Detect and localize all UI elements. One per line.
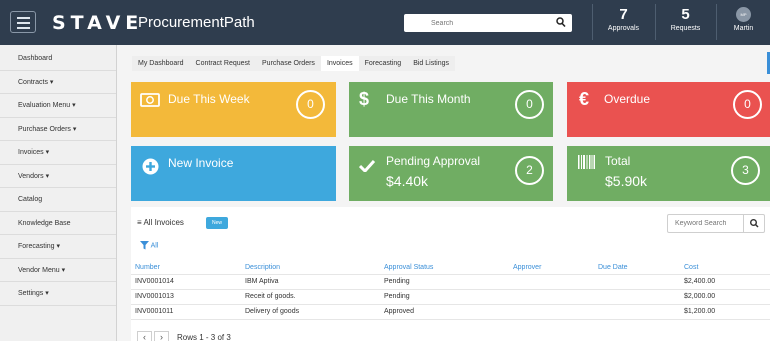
tile-count: 0 xyxy=(733,90,762,119)
cell-number: INV0001011 xyxy=(135,308,174,315)
sidebar-item-evaluation-menu[interactable]: Evaluation Menu ▾ xyxy=(0,94,116,118)
hamburger-menu-button[interactable] xyxy=(10,11,36,33)
tile-due-this-month[interactable]: $ Due This Month 0 xyxy=(349,82,553,137)
app-title: ProcurementPath xyxy=(138,14,255,31)
filter-icon xyxy=(140,241,151,250)
approvals-label: Approvals xyxy=(607,25,640,32)
tile-count: 2 xyxy=(515,156,544,185)
list-icon: ≡ xyxy=(137,218,142,227)
app-logo[interactable]: STAVE xyxy=(52,12,143,34)
global-search xyxy=(404,14,572,32)
cell-cost: $2,400.00 xyxy=(684,278,716,285)
sidebar-item-invoices[interactable]: Invoices ▾ xyxy=(0,141,116,165)
tab-forecasting[interactable]: Forecasting xyxy=(359,56,408,71)
sidebar-item-vendor-menu[interactable]: Vendor Menu ▾ xyxy=(0,259,116,282)
tile-label: Due This Week xyxy=(168,92,250,106)
sidebar-item-settings[interactable]: Settings ▾ xyxy=(0,282,116,306)
cell-approval-status: Pending xyxy=(384,278,410,285)
table-row[interactable]: INV0001014 IBM Aptiva Pending $2,400.00 xyxy=(131,275,770,290)
tab-bar: My Dashboard Contract Request Purchase O… xyxy=(132,56,455,71)
sidebar-item-knowledge-base[interactable]: Knowledge Base xyxy=(0,212,116,235)
search-input[interactable] xyxy=(404,14,544,32)
sidebar-item-dashboard[interactable]: Dashboard xyxy=(0,47,116,71)
sidebar-item-forecasting[interactable]: Forecasting ▾ xyxy=(0,235,116,259)
new-invoice-button[interactable]: New xyxy=(206,217,228,229)
approvals-count: 7 xyxy=(619,6,628,23)
sidebar-item-catalog[interactable]: Catalog xyxy=(0,188,116,212)
tab-my-dashboard[interactable]: My Dashboard xyxy=(132,56,190,71)
top-bar: STAVE ProcurementPath 7 Approvals 5 Requ… xyxy=(0,0,770,45)
tile-label: Due This Month xyxy=(386,92,471,106)
tile-label: Total xyxy=(605,154,631,168)
invoices-table: Number Description Approval Status Appro… xyxy=(131,261,770,320)
keyword-search xyxy=(667,214,765,233)
tile-label: Pending Approval xyxy=(386,154,481,168)
sidebar-item-purchase-orders[interactable]: Purchase Orders ▾ xyxy=(0,118,116,141)
tile-label: Overdue xyxy=(604,92,651,106)
invoices-panel: ≡ All Invoices New All Number Descriptio… xyxy=(131,207,770,341)
invoices-title-text: All Invoices xyxy=(143,218,184,227)
cell-cost: $1,200.00 xyxy=(684,308,716,315)
cell-cost: $2,000.00 xyxy=(684,293,716,300)
tab-invoices[interactable]: Invoices xyxy=(320,56,359,71)
tile-count: 0 xyxy=(515,90,544,119)
tile-count: 3 xyxy=(731,156,760,185)
approvals-counter[interactable]: 7 Approvals xyxy=(592,4,654,40)
tile-pending-approval[interactable]: Pending Approval $4.40k 2 xyxy=(349,146,553,201)
requests-label: Requests xyxy=(670,25,701,32)
column-header-due-date[interactable]: Due Date xyxy=(598,261,628,275)
table-row[interactable]: INV0001013 Receit of goods. Pending $2,0… xyxy=(131,290,770,305)
tile-value: $5.90k xyxy=(605,173,648,189)
cell-number: INV0001014 xyxy=(135,278,174,285)
user-menu[interactable]: MP Martin xyxy=(716,4,770,40)
tile-total[interactable]: Total $5.90k 3 xyxy=(567,146,770,201)
requests-count: 5 xyxy=(681,6,690,23)
column-header-description[interactable]: Description xyxy=(245,261,280,275)
rows-info: Rows 1 - 3 of 3 xyxy=(177,333,231,341)
sidebar: Dashboard Contracts ▾ Evaluation Menu ▾ … xyxy=(0,45,117,341)
tile-overdue[interactable]: € Overdue 0 xyxy=(567,82,770,137)
tile-value: $4.40k xyxy=(386,173,429,189)
tab-purchase-orders[interactable]: Purchase Orders xyxy=(256,56,321,71)
avatar: MP xyxy=(736,7,751,22)
cell-number: INV0001013 xyxy=(135,293,174,300)
column-header-cost[interactable]: Cost xyxy=(684,261,698,275)
cell-description: Receit of goods. xyxy=(245,293,296,300)
table-row[interactable]: INV0001011 Delivery of goods Approved $1… xyxy=(131,305,770,320)
euro-icon: € xyxy=(579,89,590,109)
next-page-button[interactable]: › xyxy=(154,331,169,341)
sidebar-item-contracts[interactable]: Contracts ▾ xyxy=(0,71,116,94)
barcode-icon xyxy=(578,155,595,171)
filter-label: All xyxy=(150,242,159,250)
search-icon[interactable] xyxy=(556,17,566,30)
dollar-icon: $ xyxy=(359,89,370,109)
column-header-approval-status[interactable]: Approval Status xyxy=(384,261,433,275)
money-icon xyxy=(140,93,160,109)
prev-page-button[interactable]: ‹ xyxy=(137,331,152,341)
keyword-search-input[interactable] xyxy=(668,215,740,232)
tile-new-invoice[interactable]: New Invoice xyxy=(131,146,336,201)
tile-due-this-week[interactable]: Due This Week 0 xyxy=(131,82,336,137)
cell-approval-status: Approved xyxy=(384,308,414,315)
invoices-title: ≡ All Invoices xyxy=(137,218,184,227)
filter-control[interactable]: All xyxy=(140,241,158,250)
tab-contract-request[interactable]: Contract Request xyxy=(190,56,256,71)
tile-count: 0 xyxy=(296,90,325,119)
table-header: Number Description Approval Status Appro… xyxy=(131,261,770,275)
cell-description: Delivery of goods xyxy=(245,308,300,315)
checkmark-icon xyxy=(358,159,376,174)
tile-label: New Invoice xyxy=(168,156,234,170)
user-name: Martin xyxy=(733,25,754,32)
sidebar-item-vendors[interactable]: Vendors ▾ xyxy=(0,165,116,188)
pagination: ‹ › Rows 1 - 3 of 3 xyxy=(137,331,231,341)
tab-bid-listings[interactable]: Bid Listings xyxy=(407,56,455,71)
search-icon[interactable] xyxy=(743,215,764,232)
column-header-approver[interactable]: Approver xyxy=(513,261,541,275)
cell-description: IBM Aptiva xyxy=(245,278,279,285)
column-header-number[interactable]: Number xyxy=(135,261,160,275)
cell-approval-status: Pending xyxy=(384,293,410,300)
requests-counter[interactable]: 5 Requests xyxy=(655,4,715,40)
plus-circle-icon xyxy=(142,158,159,177)
